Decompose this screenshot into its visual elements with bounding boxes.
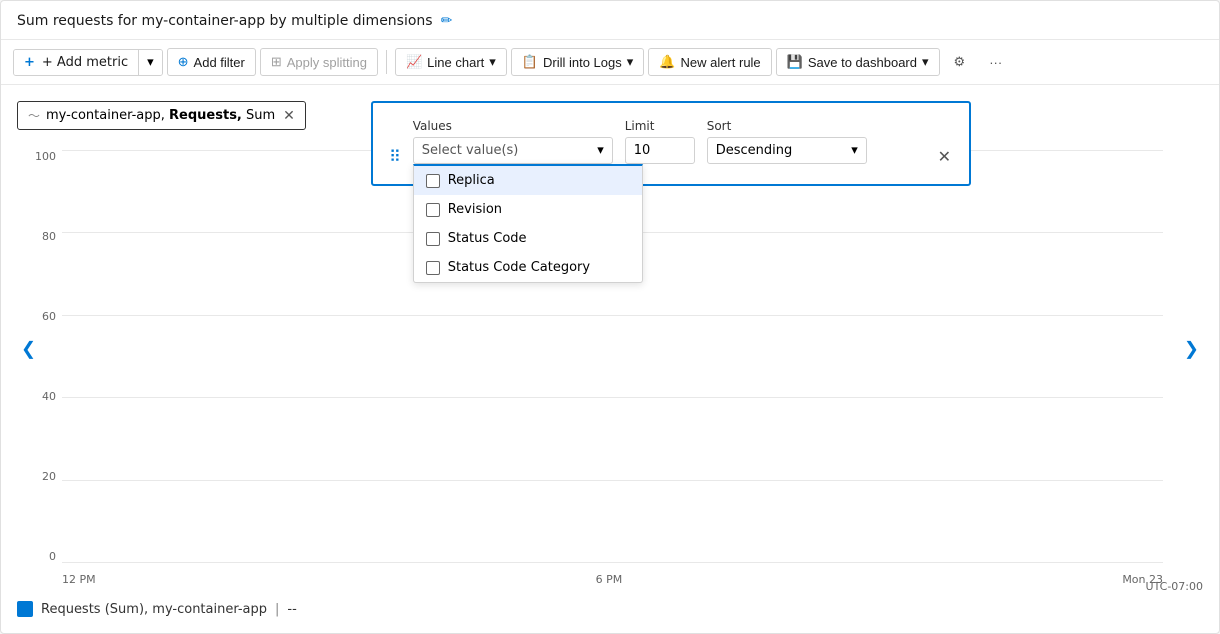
grid-line-20 bbox=[62, 480, 1163, 481]
y-label-100: 100 bbox=[35, 150, 56, 163]
x-axis: 12 PM 6 PM Mon 23 bbox=[62, 565, 1163, 593]
add-metric-group: + + Add metric ▾ bbox=[13, 49, 163, 76]
line-chart-icon: 📈 bbox=[406, 54, 422, 70]
y-axis: 100 80 60 40 20 0 bbox=[17, 150, 62, 563]
values-label: Values bbox=[413, 119, 613, 133]
save-dashboard-button[interactable]: 💾 Save to dashboard ▾ bbox=[776, 48, 940, 76]
values-placeholder: Select value(s) bbox=[422, 143, 591, 158]
y-label-80: 80 bbox=[42, 230, 56, 243]
y-label-0: 0 bbox=[49, 550, 56, 563]
limit-label: Limit bbox=[625, 119, 695, 133]
y-label-40: 40 bbox=[42, 390, 56, 403]
values-field-group: Values Select value(s) ▾ bbox=[413, 119, 613, 164]
new-alert-label: New alert rule bbox=[680, 55, 760, 70]
filter-icon: ⊕ bbox=[178, 54, 189, 70]
add-metric-label: + Add metric bbox=[40, 55, 128, 70]
save-icon: 💾 bbox=[787, 54, 803, 70]
chevron-down-icon: ▾ bbox=[147, 55, 154, 70]
drill-logs-chevron: ▾ bbox=[627, 54, 634, 70]
legend-label: Requests (Sum), my-container-app bbox=[41, 602, 267, 617]
split-fields: Values Select value(s) ▾ bbox=[413, 119, 924, 164]
app-container: Sum requests for my-container-app by mul… bbox=[0, 0, 1220, 634]
grid-line-40 bbox=[62, 397, 1163, 398]
line-chart-button[interactable]: 📈 Line chart ▾ bbox=[395, 48, 507, 76]
alert-icon: 🔔 bbox=[659, 54, 675, 70]
values-chevron: ▾ bbox=[597, 143, 604, 158]
metric-pill-label: my-container-app, Requests, Sum bbox=[46, 108, 275, 123]
splitting-panel: ⠿ Values Select value(s) ▾ bbox=[371, 101, 971, 186]
drill-icon: 📋 bbox=[522, 54, 538, 70]
legend-color-swatch bbox=[17, 601, 33, 617]
grid-line-0 bbox=[62, 562, 1163, 563]
sort-label: Sort bbox=[707, 119, 867, 133]
drill-logs-label: Drill into Logs bbox=[543, 55, 622, 70]
page-title: Sum requests for my-container-app by mul… bbox=[17, 13, 433, 29]
checkbox-replica[interactable] bbox=[426, 174, 440, 188]
dropdown-item-label-replica: Replica bbox=[448, 173, 495, 188]
chart-nav-right[interactable]: ❯ bbox=[1180, 335, 1203, 364]
drag-icon: ⠿ bbox=[389, 147, 401, 166]
toolbar-divider-1 bbox=[386, 50, 387, 74]
dropdown-item-status-code[interactable]: Status Code bbox=[414, 224, 642, 253]
limit-input[interactable]: 10 bbox=[625, 137, 695, 164]
dropdown-item-replica[interactable]: Replica bbox=[414, 166, 642, 195]
apply-splitting-label: Apply splitting bbox=[287, 55, 367, 70]
line-chart-chevron: ▾ bbox=[489, 54, 496, 70]
checkbox-status-code[interactable] bbox=[426, 232, 440, 246]
apply-splitting-button[interactable]: ⊞ Apply splitting bbox=[260, 48, 378, 76]
chart-legend: Requests (Sum), my-container-app | -- bbox=[17, 601, 1203, 617]
dropdown-item-label-revision: Revision bbox=[448, 202, 502, 217]
gear-icon: ⚙ bbox=[954, 54, 966, 70]
plus-icon: + bbox=[24, 55, 35, 70]
checkbox-revision[interactable] bbox=[426, 203, 440, 217]
save-chevron: ▾ bbox=[922, 54, 929, 70]
split-icon: ⊞ bbox=[271, 54, 282, 70]
main-content: 〜 my-container-app, Requests, Sum ✕ ⠿ Va… bbox=[1, 85, 1219, 633]
settings-button[interactable]: ⚙ bbox=[944, 49, 976, 75]
drill-logs-button[interactable]: 📋 Drill into Logs ▾ bbox=[511, 48, 644, 76]
checkbox-status-code-category[interactable] bbox=[426, 261, 440, 275]
dropdown-item-label-status-code: Status Code bbox=[448, 231, 527, 246]
y-label-60: 60 bbox=[42, 310, 56, 323]
utc-label: UTC-07:00 bbox=[1146, 580, 1203, 593]
add-metric-button[interactable]: + + Add metric bbox=[14, 50, 139, 75]
toolbar: + + Add metric ▾ ⊕ Add filter ⊞ Apply sp… bbox=[1, 40, 1219, 85]
x-label-12pm: 12 PM bbox=[62, 573, 96, 586]
close-panel-button[interactable]: ✕ bbox=[936, 145, 953, 168]
x-label-6pm: 6 PM bbox=[596, 573, 623, 586]
dropdown-item-status-code-category[interactable]: Status Code Category bbox=[414, 253, 642, 282]
more-icon: ··· bbox=[989, 55, 1002, 70]
y-label-20: 20 bbox=[42, 470, 56, 483]
add-metric-chevron[interactable]: ▾ bbox=[139, 50, 162, 75]
sort-field-group: Sort Descending ▾ bbox=[707, 119, 867, 164]
line-chart-label: Line chart bbox=[427, 55, 484, 70]
dropdown-item-revision[interactable]: Revision bbox=[414, 195, 642, 224]
add-filter-label: Add filter bbox=[194, 55, 245, 70]
title-bar: Sum requests for my-container-app by mul… bbox=[1, 1, 1219, 40]
sort-select[interactable]: Descending ▾ bbox=[707, 137, 867, 164]
save-dashboard-label: Save to dashboard bbox=[808, 55, 917, 70]
legend-value: -- bbox=[287, 602, 296, 617]
edit-icon[interactable]: ✏ bbox=[441, 13, 453, 29]
values-dropdown: Replica Revision Status Code bbox=[413, 164, 643, 283]
grid-line-60 bbox=[62, 315, 1163, 316]
dropdown-item-label-status-code-category: Status Code Category bbox=[448, 260, 590, 275]
limit-value: 10 bbox=[634, 143, 651, 158]
legend-separator: | bbox=[275, 602, 279, 617]
values-select[interactable]: Select value(s) ▾ bbox=[413, 137, 613, 164]
metric-pill: 〜 my-container-app, Requests, Sum ✕ bbox=[17, 101, 306, 130]
metric-pill-close[interactable]: ✕ bbox=[283, 108, 295, 124]
add-filter-button[interactable]: ⊕ Add filter bbox=[167, 48, 256, 76]
new-alert-button[interactable]: 🔔 New alert rule bbox=[648, 48, 771, 76]
more-button[interactable]: ··· bbox=[979, 50, 1012, 75]
limit-field-group: Limit 10 bbox=[625, 119, 695, 164]
right-arrow-icon: ❯ bbox=[1184, 339, 1199, 359]
sort-value: Descending bbox=[716, 143, 845, 158]
sort-chevron: ▾ bbox=[851, 143, 858, 158]
metric-wave-icon: 〜 bbox=[28, 107, 40, 124]
